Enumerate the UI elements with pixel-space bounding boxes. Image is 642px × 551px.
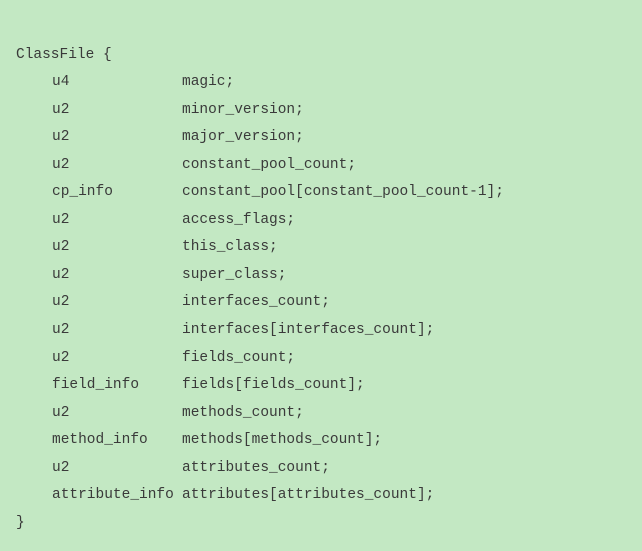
field-name: interfaces[interfaces_count];	[182, 322, 434, 338]
field-row: u2attributes_count;	[16, 455, 626, 483]
field-row: u4magic;	[16, 69, 626, 97]
field-type: attribute_info	[52, 482, 182, 510]
field-name: magic;	[182, 74, 234, 90]
classfile-struct-block: ClassFile {u4magic;u2minor_version;u2maj…	[0, 0, 642, 551]
field-type: method_info	[52, 427, 182, 455]
field-type: cp_info	[52, 179, 182, 207]
field-name: major_version;	[182, 129, 304, 145]
field-row: method_infomethods[methods_count];	[16, 427, 626, 455]
field-type: field_info	[52, 372, 182, 400]
field-name: constant_pool[constant_pool_count-1];	[182, 184, 504, 200]
field-type: u2	[52, 152, 182, 180]
open-brace: {	[103, 47, 112, 63]
field-name: interfaces_count;	[182, 294, 330, 310]
struct-name: ClassFile	[16, 47, 94, 63]
field-row: field_infofields[fields_count];	[16, 372, 626, 400]
field-row: u2fields_count;	[16, 345, 626, 373]
field-name: attributes[attributes_count];	[182, 487, 434, 503]
field-row: u2methods_count;	[16, 400, 626, 428]
field-type: u2	[52, 234, 182, 262]
field-name: methods[methods_count];	[182, 432, 382, 448]
field-row: cp_infoconstant_pool[constant_pool_count…	[16, 179, 626, 207]
field-name: fields[fields_count];	[182, 377, 365, 393]
field-row: u2access_flags;	[16, 207, 626, 235]
field-name: minor_version;	[182, 102, 304, 118]
field-row: u2interfaces_count;	[16, 289, 626, 317]
struct-open-line: ClassFile {	[16, 42, 626, 70]
close-brace: }	[16, 510, 626, 538]
field-row: u2constant_pool_count;	[16, 152, 626, 180]
field-name: fields_count;	[182, 350, 295, 366]
field-type: u4	[52, 69, 182, 97]
field-row: u2this_class;	[16, 234, 626, 262]
field-name: attributes_count;	[182, 460, 330, 476]
field-name: this_class;	[182, 239, 278, 255]
field-row: u2interfaces[interfaces_count];	[16, 317, 626, 345]
field-type: u2	[52, 317, 182, 345]
field-type: u2	[52, 97, 182, 125]
field-name: super_class;	[182, 267, 286, 283]
field-type: u2	[52, 455, 182, 483]
field-type: u2	[52, 207, 182, 235]
field-row: u2major_version;	[16, 124, 626, 152]
field-type: u2	[52, 124, 182, 152]
field-row: u2minor_version;	[16, 97, 626, 125]
field-name: access_flags;	[182, 212, 295, 228]
field-type: u2	[52, 289, 182, 317]
field-name: constant_pool_count;	[182, 157, 356, 173]
field-name: methods_count;	[182, 405, 304, 421]
field-type: u2	[52, 400, 182, 428]
field-type: u2	[52, 262, 182, 290]
field-row: u2super_class;	[16, 262, 626, 290]
field-type: u2	[52, 345, 182, 373]
field-row: attribute_infoattributes[attributes_coun…	[16, 482, 626, 510]
